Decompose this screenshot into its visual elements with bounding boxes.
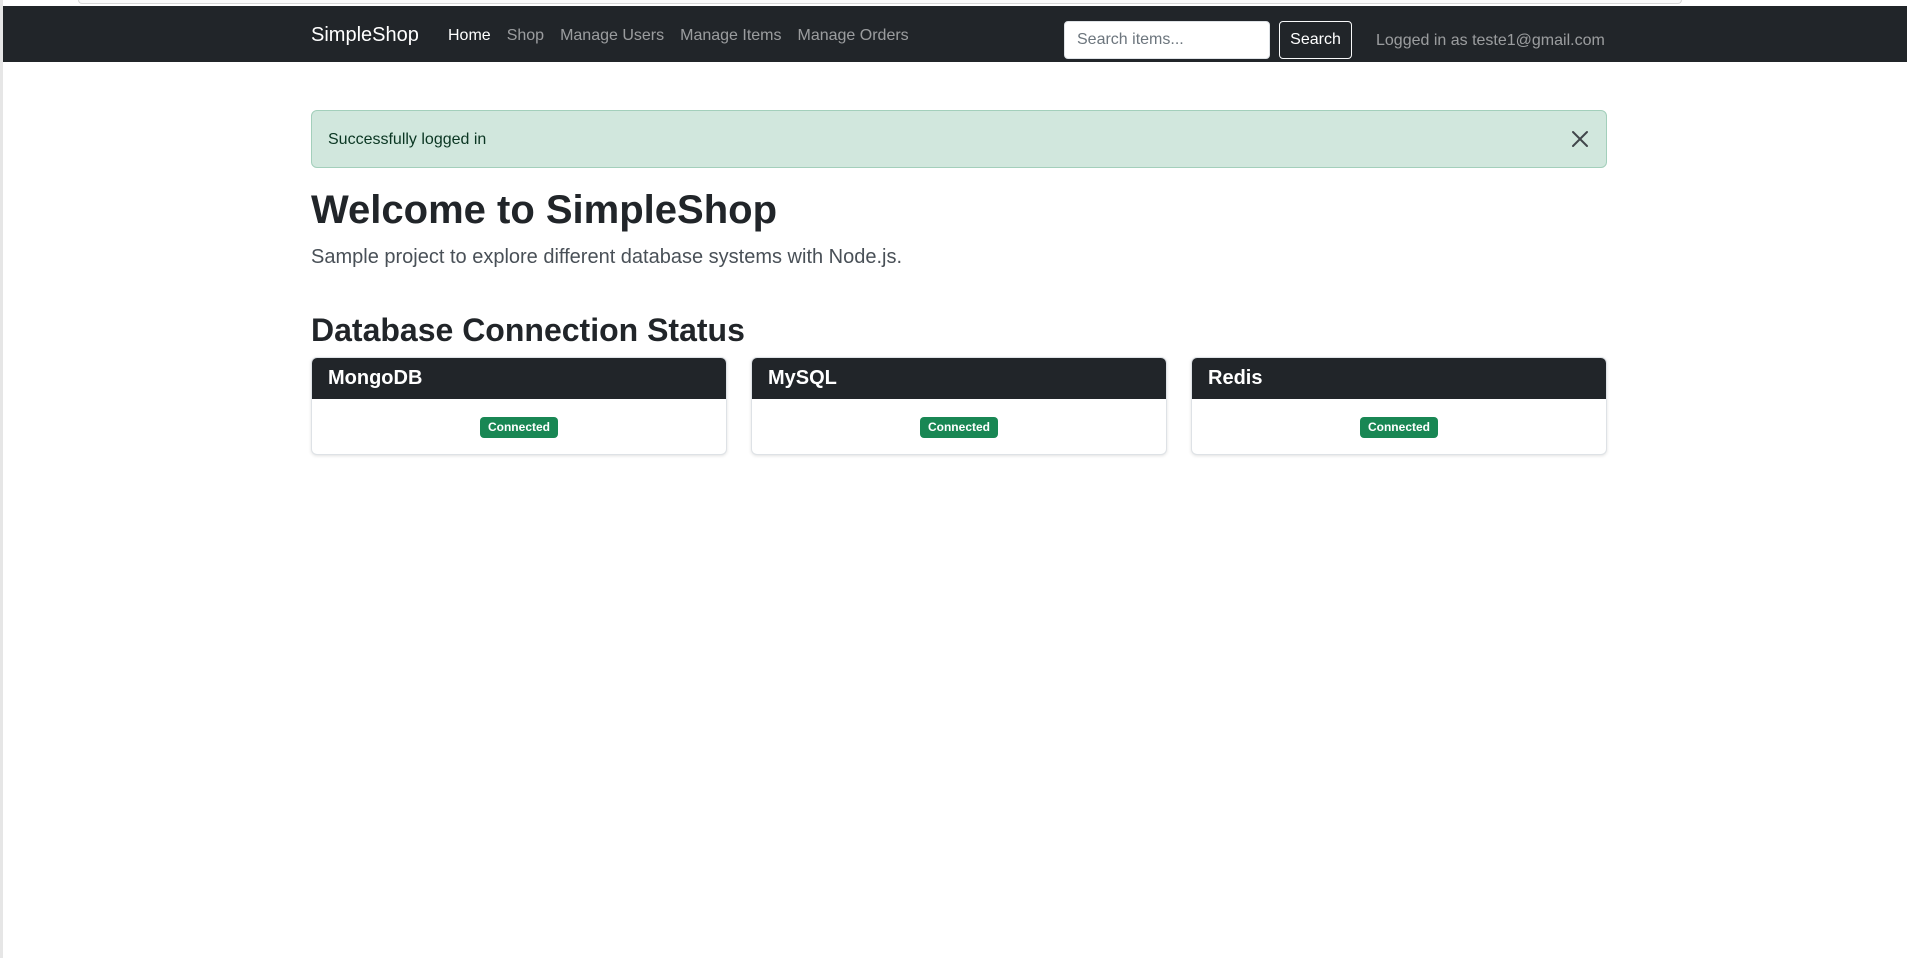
db-card-mongodb: MongoDB Connected: [311, 357, 727, 455]
db-card-body: Connected: [1192, 399, 1606, 454]
nav-link-home[interactable]: Home: [440, 25, 499, 47]
success-alert: Successfully logged in: [311, 110, 1607, 168]
status-badge: Connected: [919, 417, 998, 438]
browser-tab-edge: [78, 0, 1682, 4]
nav-link-manage-users[interactable]: Manage Users: [552, 25, 672, 47]
db-card-body: Connected: [752, 399, 1166, 454]
nav-links: Home Shop Manage Users Manage Items Mana…: [440, 25, 917, 47]
navbar: SimpleShop Home Shop Manage Users Manage…: [3, 6, 1907, 62]
search-button[interactable]: Search: [1279, 21, 1352, 59]
brand-link[interactable]: SimpleShop: [311, 22, 419, 48]
page-lead: Sample project to explore different data…: [311, 246, 903, 268]
alert-close-button[interactable]: [1568, 127, 1592, 151]
logged-in-status: Logged in as teste1@gmail.com: [1376, 32, 1605, 49]
nav-link-shop[interactable]: Shop: [499, 25, 552, 47]
page-title: Welcome to SimpleShop: [311, 188, 777, 232]
db-card-header: Redis: [1192, 358, 1606, 399]
db-card-mysql: MySQL Connected: [751, 357, 1167, 455]
status-badge: Connected: [479, 417, 558, 438]
db-card-body: Connected: [312, 399, 726, 454]
close-icon: [1572, 131, 1588, 147]
status-badge: Connected: [1359, 417, 1438, 438]
window-left-edge: [0, 0, 3, 958]
search-input[interactable]: [1064, 21, 1270, 59]
db-card-header: MySQL: [752, 358, 1166, 399]
nav-link-manage-orders[interactable]: Manage Orders: [790, 25, 917, 47]
db-card-header: MongoDB: [312, 358, 726, 399]
alert-message: Successfully logged in: [328, 131, 487, 148]
section-title: Database Connection Status: [311, 312, 745, 348]
db-card-redis: Redis Connected: [1191, 357, 1607, 455]
nav-link-manage-items[interactable]: Manage Items: [672, 25, 789, 47]
